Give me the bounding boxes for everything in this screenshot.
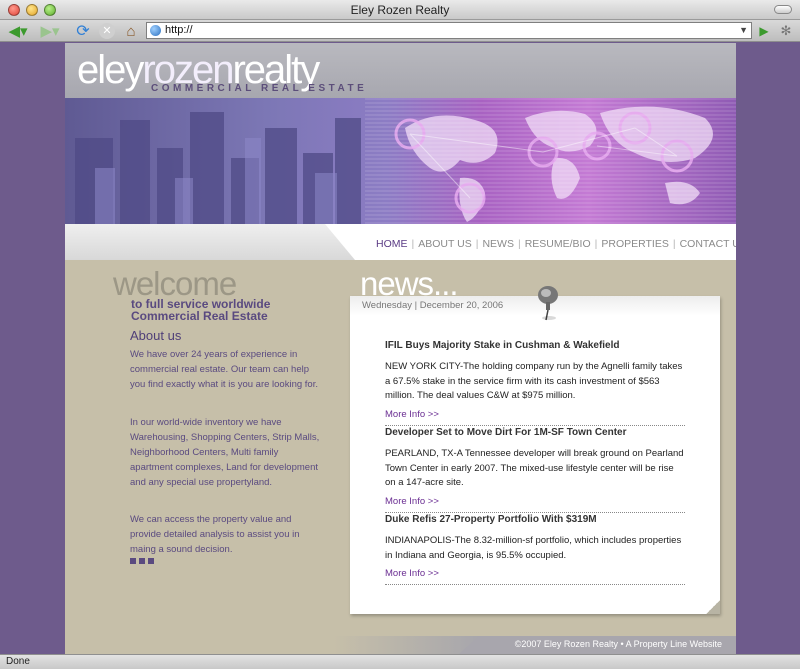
nav-contact-link[interactable]: CONTACT US	[680, 238, 736, 250]
logo-subtitle: COMMERCIAL REAL ESTATE	[151, 83, 368, 94]
zoom-window-button[interactable]	[44, 4, 56, 16]
reload-button[interactable]: ⟳	[73, 22, 93, 40]
nav-separator: |	[475, 238, 479, 250]
nav-news-link[interactable]: NEWS	[482, 238, 514, 250]
footer-copyright: ©2007 Eley Rozen Realty • A Property Lin…	[514, 639, 722, 649]
article-title[interactable]: IFIL Buys Majority Stake in Cushman & Wa…	[385, 340, 685, 351]
window-title: Eley Rozen Realty	[350, 3, 450, 17]
forward-button[interactable]: ▶▾	[36, 22, 64, 40]
header-banner-image	[65, 98, 736, 224]
back-button[interactable]: ◀▾	[4, 22, 32, 40]
article-body: INDIANAPOLIS-The 8.32-million-sf portfol…	[385, 535, 682, 561]
nav-left-tab	[65, 224, 355, 260]
stop-button[interactable]: ✕	[97, 22, 117, 40]
article-body: PEARLAND, TX-A Tennessee developer will …	[385, 448, 684, 488]
page-fold-corner	[706, 600, 720, 614]
stop-icon: ✕	[99, 23, 115, 39]
site-globe-icon	[150, 25, 161, 36]
back-arrow-icon: ◀▾	[8, 23, 28, 40]
address-bar[interactable]: http:// ▼	[146, 22, 752, 39]
article-body: NEW YORK CITY-The holding company run by…	[385, 361, 683, 401]
nav-home-link[interactable]: HOME	[376, 238, 408, 250]
nav-separator: |	[517, 238, 521, 250]
more-info-link[interactable]: More Info >>	[385, 568, 439, 579]
nav-separator: |	[411, 238, 415, 250]
square	[139, 558, 145, 564]
home-icon: ⌂	[126, 22, 136, 40]
activity-spinner-icon: ✻	[780, 23, 792, 38]
about-paragraph-2: In our world-wide inventory we have Ware…	[130, 417, 320, 488]
more-info-link[interactable]: More Info >>	[385, 496, 439, 507]
nav-resume-link[interactable]: RESUME/BIO	[525, 238, 591, 250]
address-url[interactable]: http://	[165, 23, 193, 38]
forward-arrow-icon: ▶▾	[40, 23, 60, 40]
window-titlebar: Eley Rozen Realty	[0, 0, 800, 20]
go-button[interactable]: ▶	[757, 22, 771, 40]
reload-icon: ⟳	[76, 23, 90, 40]
nav-about-link[interactable]: ABOUT US	[418, 238, 471, 250]
article-title[interactable]: Developer Set to Move Dirt For 1M-SF Tow…	[385, 427, 685, 438]
news-panel: Wednesday | December 20, 2006 IFIL Buys …	[350, 286, 720, 614]
toolbar-toggle-button[interactable]	[774, 5, 792, 14]
close-window-button[interactable]	[8, 4, 20, 16]
welcome-tagline: to full service worldwide Commercial Rea…	[131, 298, 270, 322]
web-page: eleyrozenrealty COMMERCIAL REAL ESTATE H…	[65, 43, 736, 654]
pushpin-icon	[538, 286, 558, 321]
square	[148, 558, 154, 564]
about-paragraph-3: We can access the property value and pro…	[130, 514, 300, 555]
decorative-squares	[130, 558, 154, 564]
go-arrow-icon: ▶	[759, 24, 769, 38]
nav-separator: |	[594, 238, 598, 250]
minimize-window-button[interactable]	[26, 4, 38, 16]
home-button[interactable]: ⌂	[121, 22, 141, 40]
about-paragraph-1: We have over 24 years of experience in c…	[130, 349, 318, 390]
status-text: Done	[6, 656, 30, 667]
tagline-line-2: Commercial Real Estate	[131, 309, 268, 323]
about-us-heading: About us	[130, 328, 182, 343]
logo-part-eley: eley	[77, 48, 144, 92]
status-bar: Done	[0, 654, 800, 669]
banner-art	[75, 98, 736, 224]
square	[130, 558, 136, 564]
news-article: Developer Set to Move Dirt For 1M-SF Tow…	[385, 427, 685, 513]
address-dropdown-icon[interactable]: ▼	[739, 23, 748, 38]
article-title[interactable]: Duke Refis 27-Property Portfolio With $3…	[385, 514, 685, 525]
news-article: Duke Refis 27-Property Portfolio With $3…	[385, 514, 685, 585]
news-article: IFIL Buys Majority Stake in Cushman & Wa…	[385, 340, 685, 426]
nav-separator: |	[672, 238, 676, 250]
main-navigation: HOME | ABOUT US | NEWS | RESUME/BIO | PROPERTIES…	[376, 238, 736, 250]
browser-toolbar: ◀▾ ▶▾ ⟳ ✕ ⌂ http:// ▼ ▶ ✻	[0, 20, 800, 42]
more-info-link[interactable]: More Info >>	[385, 409, 439, 420]
nav-properties-link[interactable]: PROPERTIES	[601, 238, 669, 250]
